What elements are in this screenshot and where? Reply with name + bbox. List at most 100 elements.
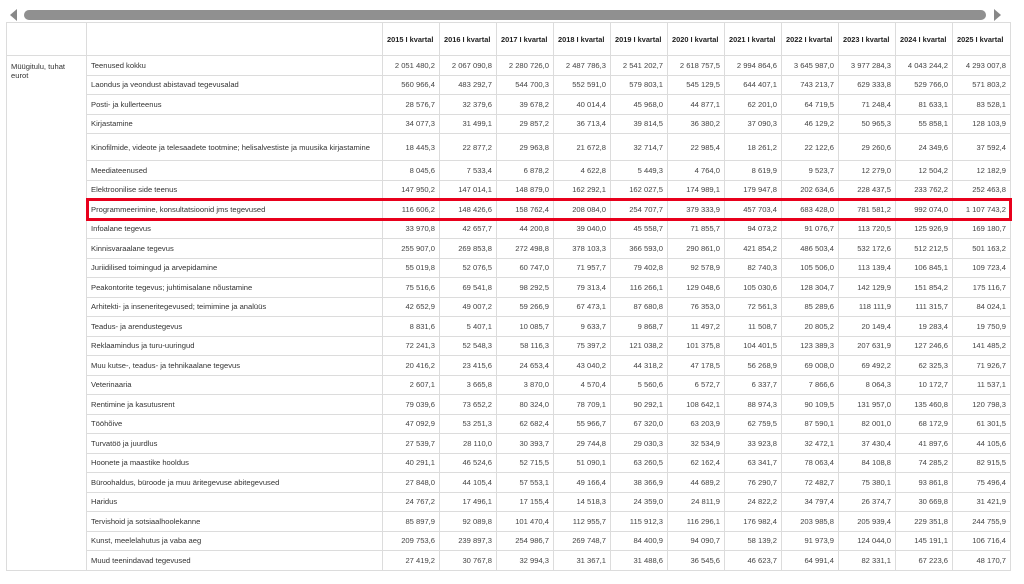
- column-header[interactable]: 2019 I kvartal: [610, 22, 668, 56]
- value-cell: 44 318,2: [610, 355, 668, 376]
- value-cell: 32 534,9: [667, 433, 725, 454]
- value-cell: 254 986,7: [496, 530, 554, 551]
- value-cell: 233 762,2: [895, 179, 953, 200]
- table-row: Juriidilised toimingud ja arvepidamine 55…: [7, 257, 1011, 278]
- row-label: Peakontorite tegevus; juhtimisalane nõus…: [86, 277, 383, 298]
- value-cell: 12 279,0: [838, 160, 896, 181]
- value-cell: 2 994 864,6: [724, 55, 782, 76]
- value-cell: 69 492,2: [838, 355, 896, 376]
- column-header[interactable]: 2016 I kvartal: [439, 22, 497, 56]
- row-label: Muu kutse-, teadus- ja tehnikaalane tege…: [86, 355, 383, 376]
- scrollbar-thumb[interactable]: [24, 10, 986, 20]
- value-cell: 9 868,7: [610, 316, 668, 337]
- value-cell: 29 260,6: [838, 133, 896, 161]
- value-cell: 91 076,7: [781, 218, 839, 239]
- value-cell: 175 116,7: [952, 277, 1011, 298]
- row-label: Elektroonilise side teenus: [86, 179, 383, 200]
- value-cell: 145 191,1: [895, 530, 953, 551]
- column-header[interactable]: 2025 I kvartal: [952, 22, 1011, 56]
- value-cell: 83 528,1: [952, 94, 1011, 115]
- row-label: Arhitekti- ja inseneritegevused; teimimi…: [86, 296, 383, 317]
- value-cell: 50 965,3: [838, 113, 896, 134]
- column-header[interactable]: 2023 I kvartal: [838, 22, 896, 56]
- value-cell: 17 496,1: [439, 491, 497, 512]
- value-cell: 69 541,8: [439, 277, 497, 298]
- value-cell: 76 353,0: [667, 296, 725, 317]
- table-body: Müügitulu, tuhat eurot Teenused kokku 2 05…: [6, 55, 1011, 571]
- value-cell: 91 973,9: [781, 530, 839, 551]
- column-header[interactable]: 2021 I kvartal: [724, 22, 782, 56]
- value-cell: 142 129,9: [838, 277, 896, 298]
- value-cell: 3 870,0: [496, 374, 554, 395]
- value-cell: 9 633,7: [553, 316, 611, 337]
- value-cell: 106 845,1: [895, 257, 953, 278]
- table-row: Haridus 24 767,2 17 496,1 17 155,4 14 518,3 2…: [7, 491, 1011, 512]
- value-cell: 28 110,0: [439, 433, 497, 454]
- value-cell: 127 246,6: [895, 335, 953, 356]
- value-cell: 128 103,9: [952, 113, 1011, 134]
- value-cell: 229 351,8: [895, 511, 953, 532]
- column-header[interactable]: 2020 I kvartal: [667, 22, 725, 56]
- empty-header-cell: [86, 22, 383, 56]
- empty-header-cell: [6, 22, 87, 56]
- value-cell: 272 498,8: [496, 238, 554, 259]
- value-cell: 5 449,3: [610, 160, 668, 181]
- value-cell: 37 090,3: [724, 113, 782, 134]
- value-cell: 111 315,7: [895, 296, 953, 317]
- value-cell: 2 067 090,8: [439, 55, 497, 76]
- column-header[interactable]: 2017 I kvartal: [496, 22, 554, 56]
- value-cell: 105 506,0: [781, 257, 839, 278]
- column-header[interactable]: 2022 I kvartal: [781, 22, 839, 56]
- value-cell: 82 331,1: [838, 550, 896, 571]
- value-cell: 55 966,7: [553, 413, 611, 434]
- value-cell: 11 508,7: [724, 316, 782, 337]
- value-cell: 26 374,7: [838, 491, 896, 512]
- value-cell: 85 289,6: [781, 296, 839, 317]
- triangle-right-icon[interactable]: [994, 9, 1001, 21]
- table-row: Rentimine ja kasutusrent 79 039,6 73 652,2…: [7, 394, 1011, 415]
- value-cell: 501 163,2: [952, 238, 1011, 259]
- value-cell: 45 968,0: [610, 94, 668, 115]
- value-cell: 85 897,9: [382, 511, 440, 532]
- value-cell: 44 105,4: [439, 472, 497, 493]
- table-row: Hoonete ja maastike hooldus 40 291,1 46 52…: [7, 452, 1011, 473]
- value-cell: 560 966,4: [382, 74, 440, 95]
- value-cell: 158 762,4: [496, 199, 554, 220]
- scrollbar-track[interactable]: [24, 10, 986, 20]
- value-cell: 92 578,9: [667, 257, 725, 278]
- value-cell: 5 560,6: [610, 374, 668, 395]
- value-cell: 52 076,5: [439, 257, 497, 278]
- value-cell: 101 375,8: [667, 335, 725, 356]
- value-cell: 71 248,4: [838, 94, 896, 115]
- column-header[interactable]: 2024 I kvartal: [895, 22, 953, 56]
- value-cell: 23 415,6: [439, 355, 497, 376]
- value-cell: 124 044,0: [838, 530, 896, 551]
- value-cell: 36 380,2: [667, 113, 725, 134]
- value-cell: 174 989,1: [667, 179, 725, 200]
- value-cell: 457 703,4: [724, 199, 782, 220]
- value-cell: 24 767,2: [382, 491, 440, 512]
- value-cell: 629 333,8: [838, 74, 896, 95]
- triangle-left-icon[interactable]: [10, 9, 17, 21]
- value-cell: 75 516,6: [382, 277, 440, 298]
- value-cell: 2 487 786,3: [553, 55, 611, 76]
- value-cell: 378 103,3: [553, 238, 611, 259]
- value-cell: 4 764,0: [667, 160, 725, 181]
- value-cell: 129 048,6: [667, 277, 725, 298]
- value-cell: 8 831,6: [382, 316, 440, 337]
- value-cell: 98 292,5: [496, 277, 554, 298]
- value-cell: 32 994,3: [496, 550, 554, 571]
- value-cell: 205 939,4: [838, 511, 896, 532]
- value-cell: 92 089,8: [439, 511, 497, 532]
- value-cell: 11 497,2: [667, 316, 725, 337]
- table-row: Programmeerimine, konsultatsioonid jms t…: [7, 199, 1011, 220]
- column-header[interactable]: 2015 I kvartal: [382, 22, 440, 56]
- value-cell: 207 631,9: [838, 335, 896, 356]
- value-cell: 2 607,1: [382, 374, 440, 395]
- value-cell: 228 437,5: [838, 179, 896, 200]
- value-cell: 53 251,3: [439, 413, 497, 434]
- row-label: Veterinaaria: [86, 374, 383, 395]
- value-cell: 79 313,4: [553, 277, 611, 298]
- column-header[interactable]: 2018 I kvartal: [553, 22, 611, 56]
- value-cell: 104 401,5: [724, 335, 782, 356]
